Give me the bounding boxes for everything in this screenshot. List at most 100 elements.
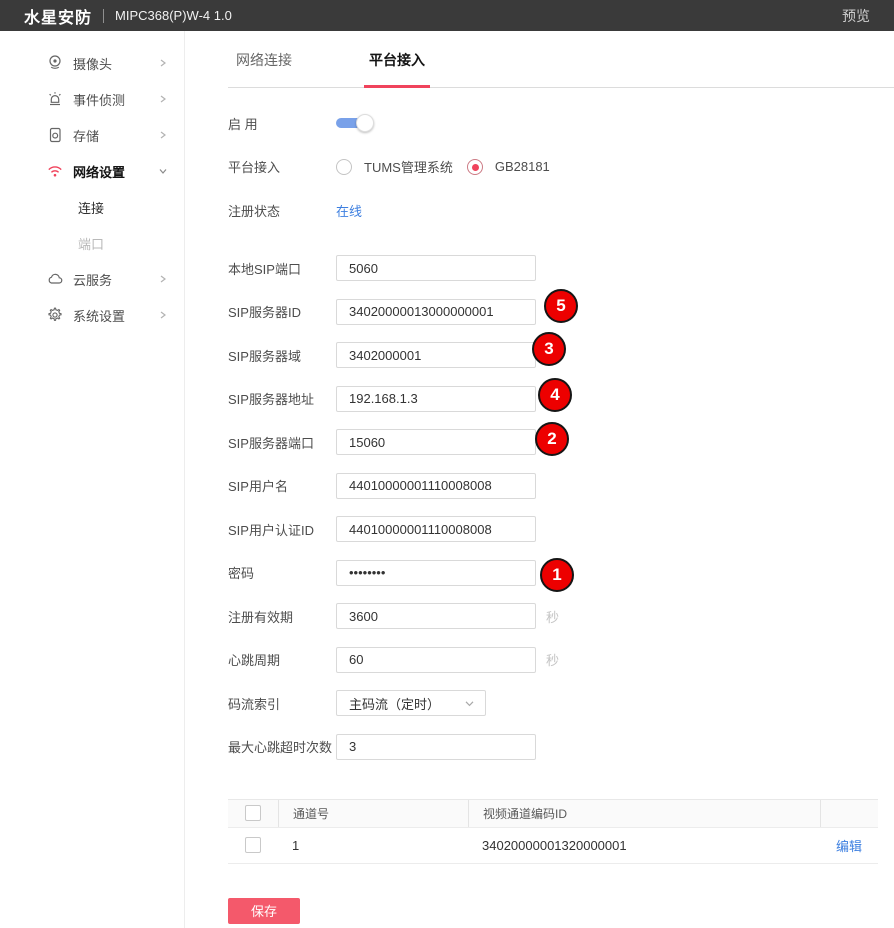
save-button[interactable]: 保存 [228,898,300,924]
chevron-right-icon [158,94,168,104]
register-status-value: 在线 [336,201,362,220]
storage-icon [46,126,64,144]
sidebar: 摄像头 事件侦测 [0,31,185,928]
radio-label: TUMS管理系统 [364,157,453,176]
field-label: SIP服务器端口 [228,433,336,452]
sip-auth-id-row: SIP用户认证ID [228,516,894,542]
enable-toggle[interactable] [336,114,376,132]
channel-number-cell: 1 [278,838,468,853]
sidebar-item-system-settings[interactable]: 系统设置 [0,297,184,333]
max-heartbeat-timeout-input[interactable] [336,734,536,760]
enable-label: 启 用 [228,114,336,133]
sip-server-domain-input[interactable] [336,342,536,368]
sidebar-item-label: 云服务 [73,270,112,289]
annotation-badge-5: 5 [544,289,578,323]
sip-auth-id-input[interactable] [336,516,536,542]
field-label: 密码 [228,563,336,582]
radio-circle-icon [467,159,483,175]
selected-option: 主码流（定时） [349,694,440,713]
max-heartbeat-timeout-row: 最大心跳超时次数 [228,734,894,760]
column-header-action [820,800,878,827]
main-content: 网络连接 平台接入 启 用 平台接入 TUMS管理系统 [185,31,894,928]
platform-type-label: 平台接入 [228,157,336,176]
annotation-badge-1: 1 [540,558,574,592]
field-label: SIP用户认证ID [228,520,336,539]
sidebar-item-event-detection[interactable]: 事件侦测 [0,81,184,117]
select-all-checkbox[interactable] [245,805,261,821]
password-input[interactable] [336,560,536,586]
register-status-row: 注册状态 在线 [228,197,894,223]
tab-network-connection[interactable]: 网络连接 [236,31,292,88]
field-label: SIP服务器域 [228,346,336,365]
chevron-down-icon [158,166,168,176]
chevron-right-icon [158,310,168,320]
local-sip-port-input[interactable] [336,255,536,281]
field-label: 心跳周期 [228,650,336,669]
wifi-icon [46,162,64,180]
radio-gb28181[interactable]: GB28181 [467,159,550,175]
register-validity-row: 注册有效期 秒 [228,603,894,629]
top-bar: 水星安防 MIPC368(P)W-4 1.0 预览 [0,0,894,31]
device-model: MIPC368(P)W-4 1.0 [115,8,232,23]
sidebar-item-network-settings[interactable]: 网络设置 [0,153,184,189]
alarm-icon [46,90,64,108]
chevron-down-icon [464,698,475,709]
sidebar-subitem-label: 连接 [78,198,104,217]
sip-username-input[interactable] [336,473,536,499]
annotation-badge-2: 2 [535,422,569,456]
field-label: 最大心跳超时次数 [228,737,336,756]
chevron-right-icon [158,58,168,68]
field-label: SIP服务器ID [228,302,336,321]
unit-seconds: 秒 [546,607,559,626]
brand-separator [103,9,104,23]
sip-server-id-input[interactable] [336,299,536,325]
sidebar-item-camera[interactable]: 摄像头 [0,45,184,81]
sidebar-item-storage[interactable]: 存储 [0,117,184,153]
radio-circle-icon [336,159,352,175]
camera-icon [46,54,64,72]
field-label: 码流索引 [228,694,336,713]
edit-link[interactable]: 编辑 [836,836,862,855]
enable-row: 启 用 [228,110,894,136]
sidebar-item-label: 摄像头 [73,54,112,73]
column-header-channel: 通道号 [278,800,468,827]
local-sip-port-row: 本地SIP端口 [228,255,894,281]
column-header-code: 视频通道编码ID [468,800,820,827]
register-status-label: 注册状态 [228,201,336,220]
platform-type-row: 平台接入 TUMS管理系统 GB28181 [228,154,894,180]
gear-icon [46,306,64,324]
sidebar-item-label: 事件侦测 [73,90,125,109]
brand-logo: 水星安防 [24,4,92,28]
stream-index-row: 码流索引 主码流（定时） [228,690,894,716]
sidebar-item-cloud-service[interactable]: 云服务 [0,261,184,297]
sidebar-subitem-port[interactable]: 端口 [0,225,184,261]
annotation-badge-4: 4 [538,378,572,412]
heartbeat-period-input[interactable] [336,647,536,673]
sidebar-subitem-label: 端口 [78,234,104,253]
register-validity-input[interactable] [336,603,536,629]
sidebar-item-label: 系统设置 [73,306,125,325]
sip-server-address-input[interactable] [336,386,536,412]
sidebar-item-label: 存储 [73,126,99,145]
unit-seconds: 秒 [546,650,559,669]
preview-link[interactable]: 预览 [842,6,870,26]
stream-index-select[interactable]: 主码流（定时） [336,690,486,716]
platform-access-form: 启 用 平台接入 TUMS管理系统 GB28181 注册状态 [185,88,894,924]
field-label: SIP用户名 [228,476,336,495]
table-header-row: 通道号 视频通道编码ID [228,800,878,828]
radio-label: GB28181 [495,159,550,174]
tab-divider [228,87,894,88]
field-label: 本地SIP端口 [228,259,336,278]
sidebar-subitem-connection[interactable]: 连接 [0,189,184,225]
heartbeat-period-row: 心跳周期 秒 [228,647,894,673]
chevron-right-icon [158,130,168,140]
chevron-right-icon [158,274,168,284]
field-label: 注册有效期 [228,607,336,626]
tab-platform-access[interactable]: 平台接入 [369,31,425,88]
channel-code-cell: 34020000001320000001 [468,838,820,853]
radio-tums[interactable]: TUMS管理系统 [336,157,453,176]
sip-server-port-input[interactable] [336,429,536,455]
toggle-knob [356,114,374,132]
row-checkbox[interactable] [245,837,261,853]
tab-bar: 网络连接 平台接入 [185,31,894,88]
